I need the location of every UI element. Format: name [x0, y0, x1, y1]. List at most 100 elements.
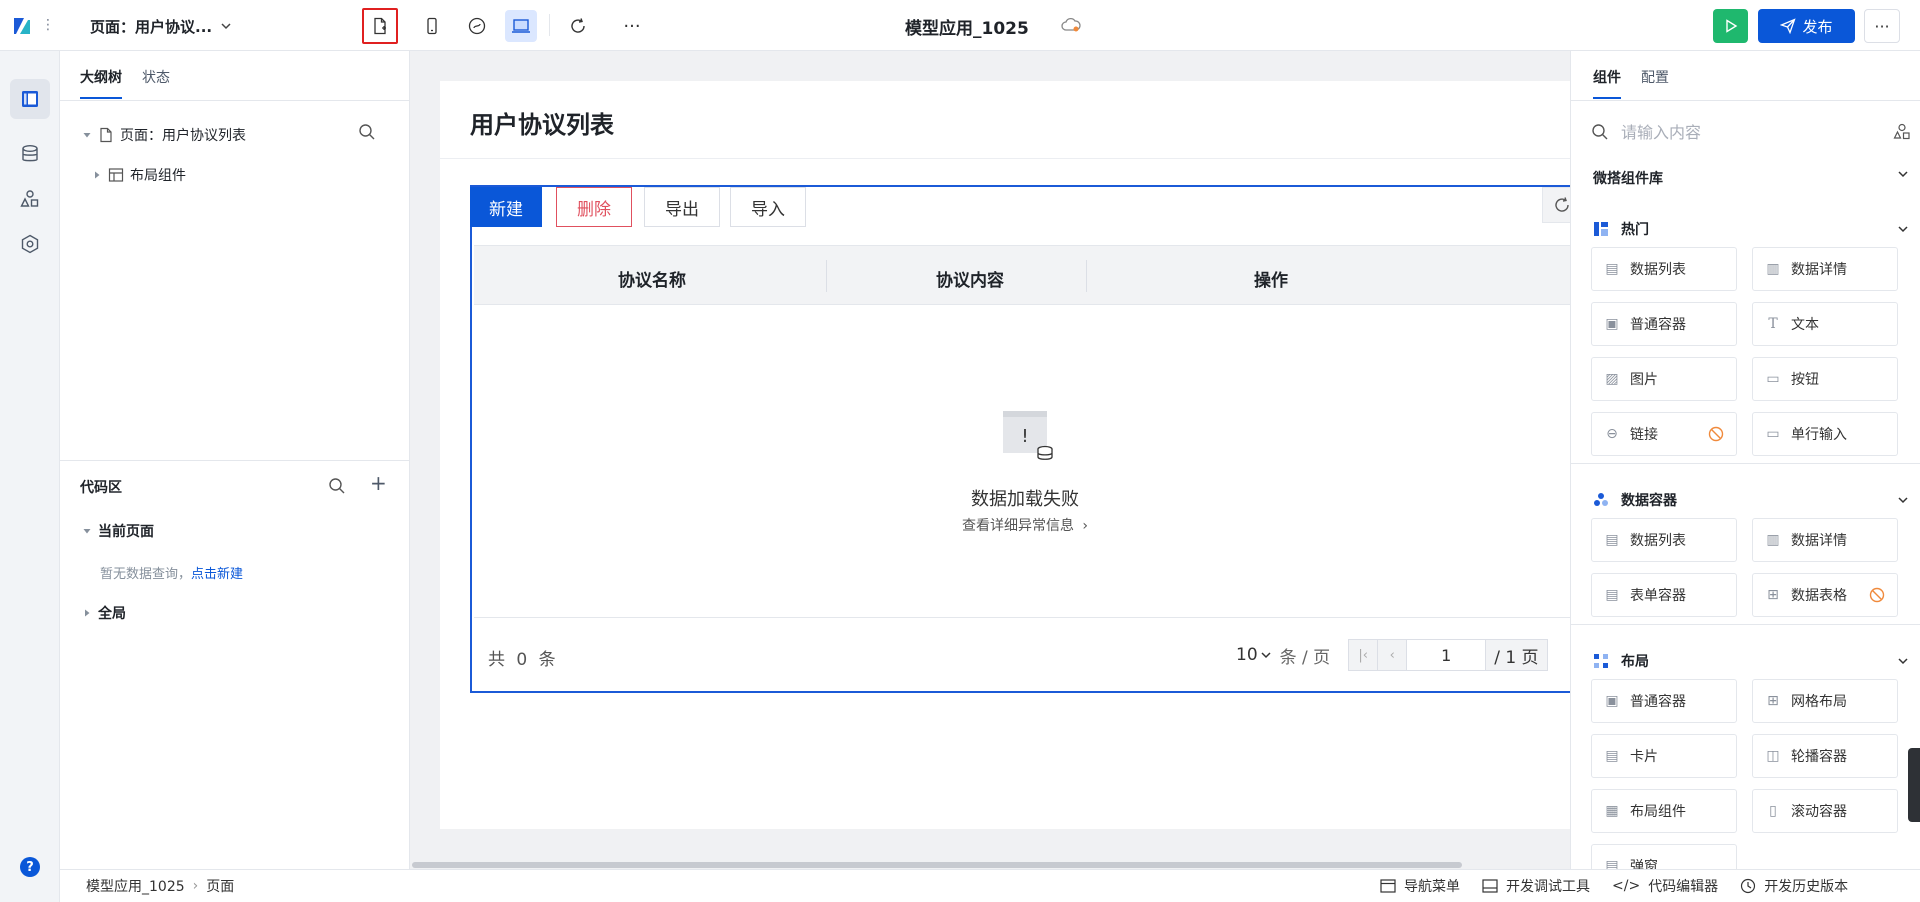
component-container[interactable]: ▣ 普通容器 — [1591, 679, 1737, 723]
bar-chart-icon: ▥ — [1766, 261, 1780, 277]
chevron-down-icon — [1898, 171, 1908, 178]
component-label: 网格布局 — [1791, 694, 1847, 710]
column-header[interactable]: 操作 — [1254, 266, 1288, 291]
canvas-horizontal-scrollbar[interactable] — [412, 862, 1462, 868]
create-query-link[interactable]: 点击新建 — [191, 567, 243, 582]
more-actions-button[interactable]: ··· — [1864, 9, 1900, 43]
column-header[interactable]: 协议内容 — [936, 266, 1004, 291]
rail-outline-button[interactable] — [10, 79, 50, 119]
pagination: 10 条 / 页 |‹ ‹ / 1 页 — [1236, 639, 1548, 671]
component-label: 普通容器 — [1630, 317, 1686, 333]
search-icon[interactable] — [358, 123, 376, 141]
global-label: 全局 — [98, 606, 126, 622]
devtools-button[interactable]: 开发调试工具 — [1482, 876, 1590, 896]
app-logo-icon[interactable] — [10, 14, 34, 38]
component-form-container[interactable]: ▤ 表单容器 — [1591, 573, 1737, 617]
section-hot[interactable]: 热门 — [1593, 219, 1909, 239]
search-icon[interactable] — [328, 477, 346, 495]
add-query-icon[interactable]: + — [370, 473, 387, 493]
section-data-container[interactable]: 数据容器 — [1593, 490, 1909, 510]
app-menu-dots-icon[interactable]: ⋮ — [41, 16, 55, 34]
help-icon[interactable]: ? — [20, 857, 40, 877]
new-file-icon — [374, 17, 386, 35]
page-number-input[interactable] — [1406, 639, 1487, 671]
mobile-view-button[interactable] — [416, 10, 448, 42]
new-page-button[interactable] — [362, 8, 398, 44]
current-page-label: 当前页面 — [98, 524, 154, 540]
cloud-sync-icon[interactable] — [1060, 16, 1082, 34]
tree-node-page[interactable]: 页面：用户协议列表 — [82, 125, 246, 145]
table-empty-state: ! 数据加载失败 查看详细异常信息 › — [472, 305, 1570, 617]
first-page-button[interactable]: |‹ — [1348, 639, 1379, 671]
component-link[interactable]: ⊖ 链接 — [1591, 412, 1737, 456]
floating-side-tab[interactable] — [1908, 748, 1920, 822]
component-label: 普通容器 — [1630, 694, 1686, 710]
editor-canvas: 用户协议列表 新建 删除 导出 导入 协议名称 协议内容 操作 ! 数据加载失败… — [410, 51, 1570, 869]
component-label: 数据详情 — [1791, 533, 1847, 549]
component-data-detail[interactable]: ▥ 数据详情 — [1752, 247, 1898, 291]
load-error-icon: ! — [1003, 411, 1053, 460]
breadcrumb-app[interactable]: 模型应用_1025 — [86, 876, 185, 896]
delete-button[interactable]: 删除 — [556, 187, 632, 227]
caret-right-icon[interactable] — [92, 170, 102, 180]
component-image[interactable]: ▨ 图片 — [1591, 357, 1737, 401]
page-size-select[interactable]: 10 — [1236, 645, 1272, 665]
code-global[interactable]: 全局 — [82, 603, 126, 623]
component-library-select[interactable]: 微搭组件库 — [1593, 168, 1909, 188]
chevron-down-icon — [1261, 652, 1271, 659]
breadcrumb-page[interactable]: 页面 — [206, 876, 234, 896]
component-container[interactable]: ▣ 普通容器 — [1591, 302, 1737, 346]
miniprogram-view-button[interactable] — [461, 10, 493, 42]
page-selector[interactable]: 页面：用户协议... — [90, 14, 232, 38]
component-grid-layout[interactable]: ⊞ 网格布局 — [1752, 679, 1898, 723]
tab-state[interactable]: 状态 — [142, 67, 170, 99]
component-search-input[interactable] — [1621, 122, 1881, 142]
component-text[interactable]: T 文本 — [1752, 302, 1898, 346]
tab-config[interactable]: 配置 — [1641, 67, 1669, 99]
component-single-input[interactable]: ▭ 单行输入 — [1752, 412, 1898, 456]
chevron-down-icon — [221, 23, 231, 30]
page-title: 用户协议列表 — [470, 111, 614, 139]
tree-node-label: 页面：用户协议列表 — [120, 128, 246, 144]
pc-view-button[interactable] — [505, 10, 537, 42]
prev-page-button[interactable]: ‹ — [1377, 639, 1408, 671]
hexagon-settings-icon — [21, 234, 39, 254]
tree-node-layout[interactable]: 布局组件 — [92, 165, 186, 185]
tab-outline-tree[interactable]: 大纲树 — [80, 67, 122, 99]
export-button[interactable]: 导出 — [644, 187, 720, 227]
table-refresh-button[interactable] — [1542, 187, 1570, 223]
refresh-button[interactable] — [562, 10, 594, 42]
component-data-table[interactable]: ⊞ 数据表格 — [1752, 573, 1898, 617]
tab-components[interactable]: 组件 — [1593, 67, 1621, 99]
component-data-detail[interactable]: ▥ 数据详情 — [1752, 518, 1898, 562]
import-button[interactable]: 导入 — [730, 187, 806, 227]
rail-settings-button[interactable] — [10, 224, 50, 264]
column-header[interactable]: 协议名称 — [618, 266, 686, 291]
preview-run-button[interactable] — [1713, 9, 1748, 43]
caret-down-icon[interactable] — [82, 130, 92, 140]
dev-history-button[interactable]: 开发历史版本 — [1740, 876, 1848, 896]
page-header: 用户协议列表 — [440, 81, 1570, 159]
component-market-icon[interactable] — [1893, 123, 1911, 141]
component-layout[interactable]: ▦ 布局组件 — [1591, 789, 1737, 833]
component-button[interactable]: ▭ 按钮 — [1752, 357, 1898, 401]
create-button[interactable]: 新建 — [470, 187, 542, 227]
data-table-selected[interactable]: 新建 删除 导出 导入 协议名称 协议内容 操作 ! 数据加载失败 查看详细异常… — [470, 185, 1570, 693]
code-current-page[interactable]: 当前页面 — [82, 521, 154, 541]
rail-components-button[interactable] — [10, 179, 50, 219]
component-data-list[interactable]: ▤ 数据列表 — [1591, 518, 1737, 562]
component-data-list[interactable]: ▤ 数据列表 — [1591, 247, 1737, 291]
rail-data-button[interactable] — [10, 134, 50, 174]
error-details-link[interactable]: 查看详细异常信息 › — [472, 515, 1570, 535]
layout-component-icon: ▦ — [1605, 803, 1619, 819]
component-modal[interactable]: ▤ 弹窗 — [1591, 844, 1737, 869]
component-carousel[interactable]: ◫ 轮播容器 — [1752, 734, 1898, 778]
section-layout[interactable]: 布局 — [1593, 651, 1909, 671]
component-label: 按钮 — [1791, 372, 1819, 388]
publish-button[interactable]: 发布 — [1758, 9, 1855, 43]
more-tools-button[interactable]: ··· — [616, 10, 648, 42]
nav-menu-button[interactable]: 导航菜单 — [1380, 876, 1460, 896]
code-editor-button[interactable]: </> 代码编辑器 — [1612, 876, 1718, 896]
component-card[interactable]: ▤ 卡片 — [1591, 734, 1737, 778]
component-scroll-container[interactable]: ▯ 滚动容器 — [1752, 789, 1898, 833]
